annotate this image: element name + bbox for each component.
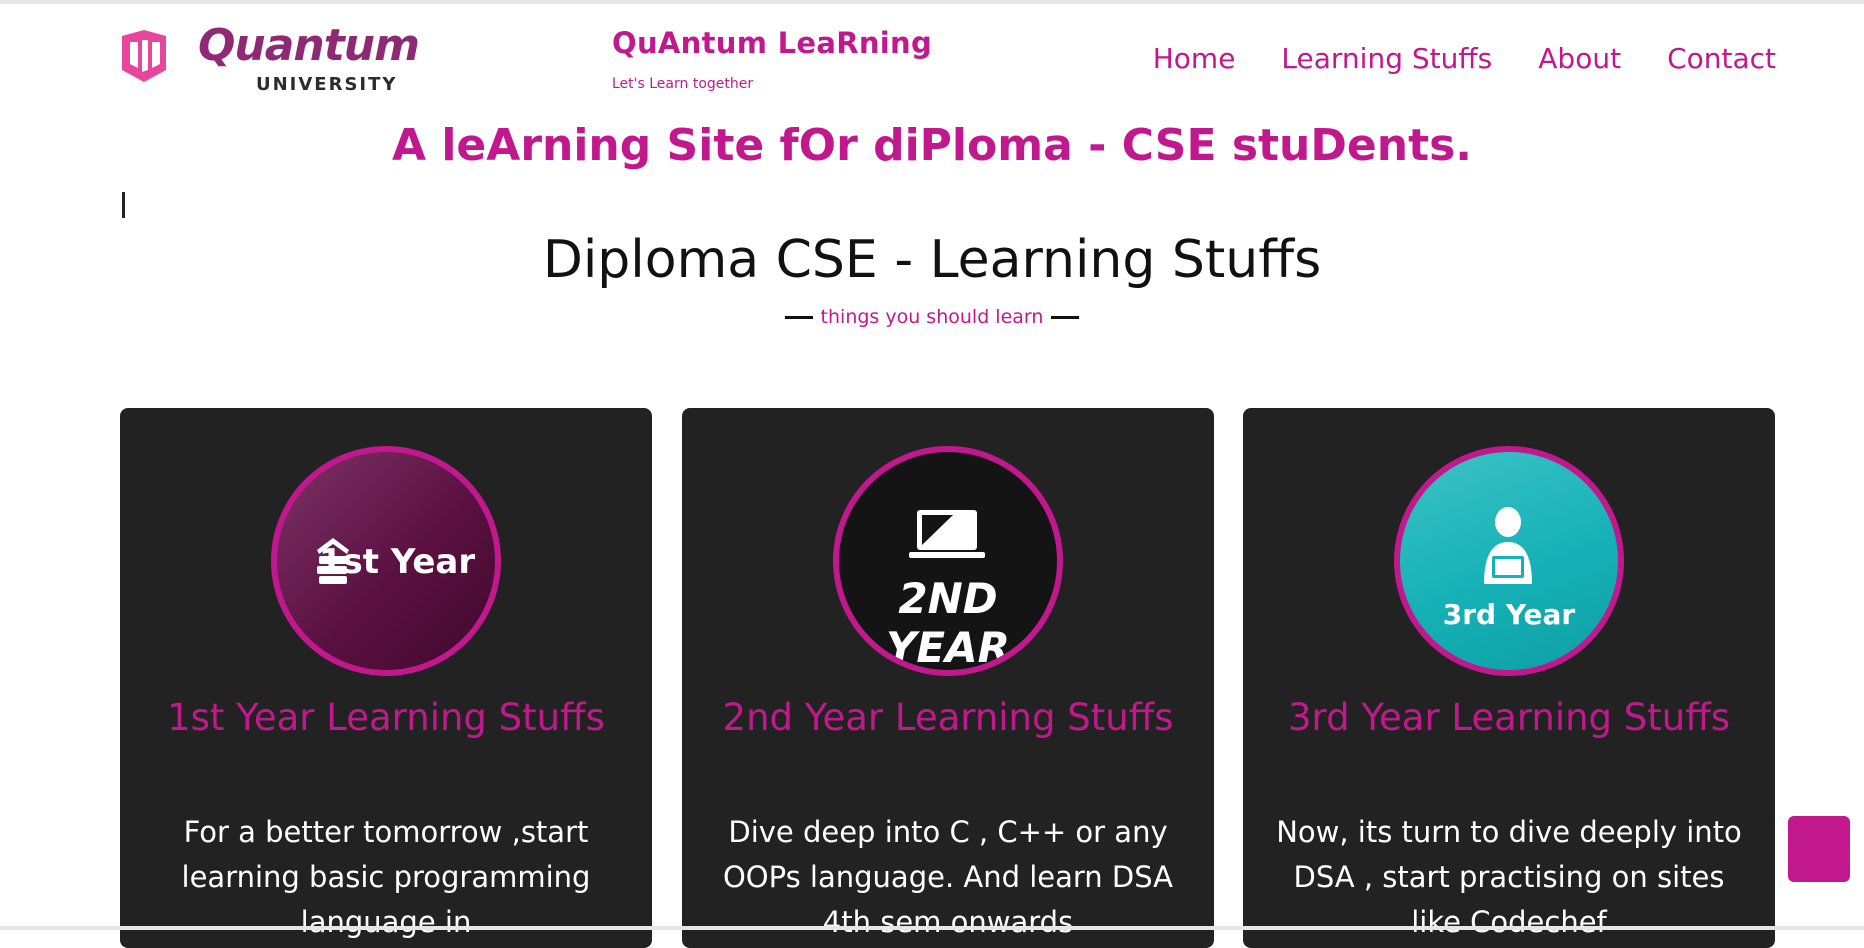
- site-tagline: Let's Learn together: [612, 76, 754, 92]
- subtitle-dash-left: [784, 316, 813, 319]
- subtitle-dash-right: [1051, 316, 1080, 319]
- logo-wordmark: Quantum: [198, 20, 420, 71]
- badge-label: 3rd Year: [1442, 598, 1576, 631]
- top-border: [0, 0, 1864, 4]
- scroll-to-top-button[interactable]: [1788, 816, 1850, 882]
- site-name[interactable]: QuAntum LeaRning: [612, 26, 932, 60]
- quantum-logo-mark-icon: [122, 30, 166, 82]
- card-1st-year[interactable]: 1st Year 1st Year Learning Stuffs For a …: [120, 408, 652, 948]
- text-cursor: [122, 192, 125, 218]
- card-title[interactable]: 2nd Year Learning Stuffs: [722, 690, 1174, 746]
- badge-label: 1st Year: [318, 542, 476, 582]
- card-title[interactable]: 1st Year Learning Stuffs: [160, 690, 612, 746]
- badge-2nd-year: 2ND YEAR: [833, 446, 1063, 676]
- subtitle-text: things you should learn: [820, 306, 1044, 328]
- person-laptop-icon: [1484, 507, 1532, 584]
- card-description: For a better tomorrow ,start learning ba…: [181, 815, 591, 939]
- badge-3rd-year: 3rd Year: [1394, 446, 1624, 676]
- laptop-icon: [909, 510, 985, 558]
- quantum-university-logo[interactable]: Quantum UNIVERSITY: [118, 20, 420, 102]
- badge-label: 2ND YEAR: [886, 574, 1010, 672]
- badge-1st-year: 1st Year: [271, 446, 501, 676]
- nav-contact[interactable]: Contact: [1667, 42, 1776, 75]
- card-title[interactable]: 3rd Year Learning Stuffs: [1283, 690, 1735, 746]
- card-3rd-year[interactable]: 3rd Year 3rd Year Learning Stuffs Now, i…: [1243, 408, 1775, 948]
- logo-subtext: UNIVERSITY: [256, 74, 398, 95]
- main-nav: Home Learning Stuffs About Contact: [1153, 42, 1776, 75]
- section-subtitle: things you should learn: [0, 306, 1864, 328]
- nav-about[interactable]: About: [1538, 42, 1621, 75]
- card-2nd-year[interactable]: 2ND YEAR 2nd Year Learning Stuffs Dive d…: [682, 408, 1214, 948]
- card-description: Now, its turn to dive deeply into DSA , …: [1276, 815, 1742, 939]
- nav-learning-stuffs[interactable]: Learning Stuffs: [1281, 42, 1492, 75]
- nav-home[interactable]: Home: [1153, 42, 1236, 75]
- bottom-border: [0, 926, 1864, 930]
- hero-heading: A leArning Site fOr diPloma - CSE stuDen…: [391, 120, 1473, 171]
- card-description: Dive deep into C , C++ or any OOPs langu…: [722, 815, 1174, 939]
- section-title: Diploma CSE - Learning Stuffs: [542, 230, 1322, 290]
